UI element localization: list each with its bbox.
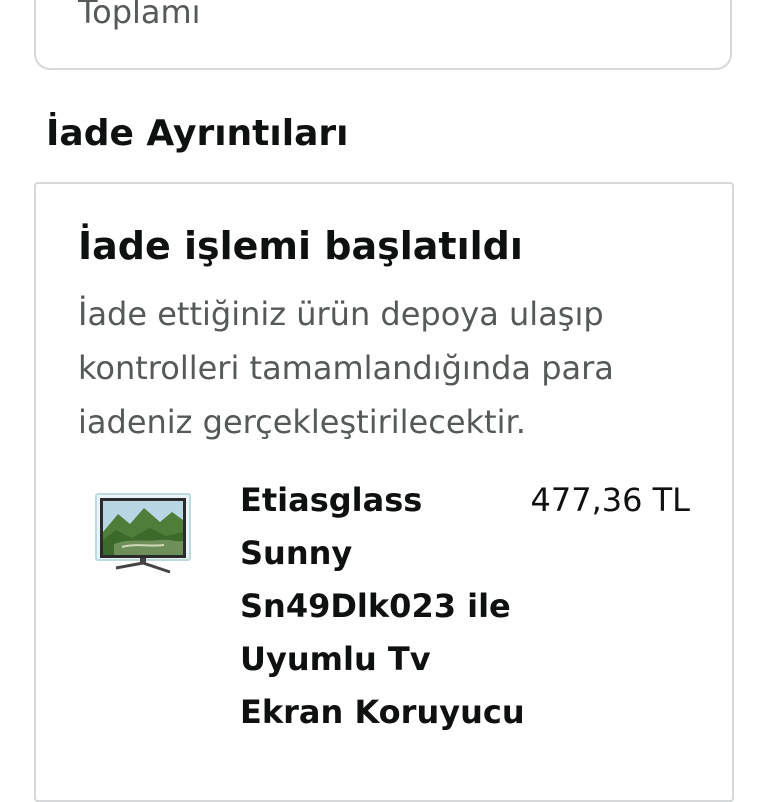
return-status-description: İade ettiğiniz ürün depoya ulaşıp kontro… <box>78 295 614 441</box>
order-summary-card: Toplamı <box>34 0 732 70</box>
returned-item-name[interactable]: Etiasglass Sunny Sn49Dlk023 ile Uyumlu T… <box>240 474 540 739</box>
order-total-label: Toplamı <box>78 0 201 31</box>
return-details-heading: İade Ayrıntıları <box>46 113 349 154</box>
returned-item-price: 477,36 TL <box>530 481 690 519</box>
return-status-title: İade işlemi başlatıldı <box>78 224 523 268</box>
tv-screen-protector-thumbnail[interactable] <box>94 492 192 588</box>
return-status-card: İade işlemi başlatıldı İade ettiğiniz ür… <box>34 182 734 802</box>
